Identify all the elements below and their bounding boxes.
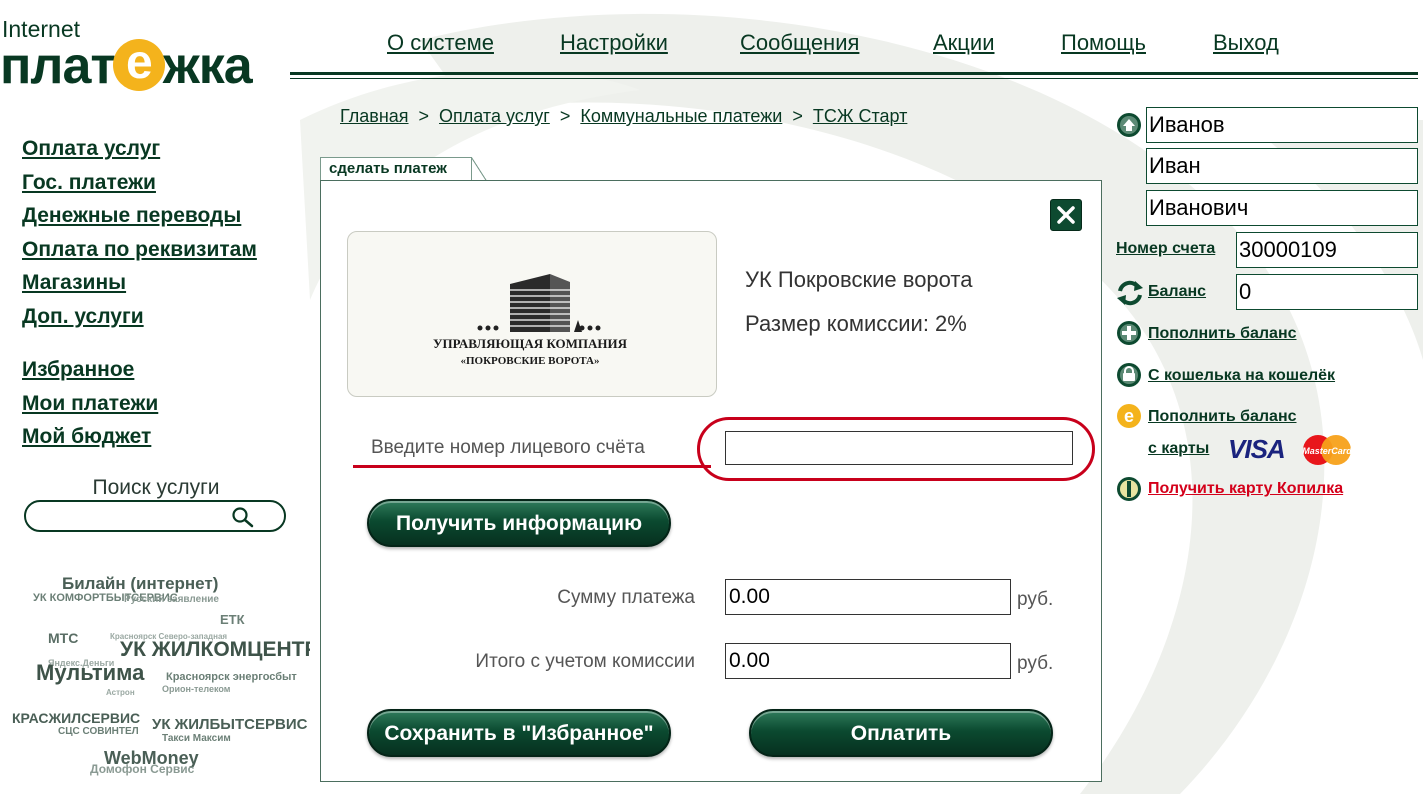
provider-name: УК Покровские ворота — [745, 267, 973, 292]
currency-label: руб. — [1017, 653, 1054, 674]
account-number-input[interactable] — [725, 431, 1073, 465]
svg-text:«ПОКРОВСКИЕ ВОРОТА»: «ПОКРОВСКИЕ ВОРОТА» — [460, 355, 599, 367]
nav-favorites[interactable]: Избранное — [22, 353, 312, 387]
close-button[interactable] — [1050, 199, 1082, 231]
tag-item[interactable]: Орион-телеком — [162, 684, 230, 694]
visa-logo: VISA — [1228, 434, 1286, 464]
nav-my-budget[interactable]: Мой бюджет — [22, 420, 312, 454]
nav-my-payments[interactable]: Мои платежи — [22, 387, 312, 421]
menu-about[interactable]: О системе — [387, 30, 494, 56]
kopilka-card-icon — [1117, 477, 1141, 501]
tag-item[interactable]: УК ЖИЛКОМЦЕНТР — [120, 638, 310, 662]
breadcrumb-home[interactable]: Главная — [340, 106, 409, 126]
sum-label: Сумму платежа — [557, 587, 695, 608]
currency-label: руб. — [1017, 589, 1054, 610]
logo[interactable]: Internet плат е жка — [0, 14, 300, 100]
wallet-to-wallet-link[interactable]: С кошелька на кошелёк — [1148, 367, 1335, 385]
total-input[interactable] — [725, 643, 1011, 679]
header-divider — [290, 72, 1418, 75]
nav-pay-by-details[interactable]: Оплата по реквизитам — [22, 233, 312, 267]
account-number-label: Введите номер лицевого счёта — [371, 437, 645, 458]
tag-item[interactable]: Мультима — [36, 660, 144, 686]
menu-settings[interactable]: Настройки — [560, 30, 668, 56]
account-number-link[interactable]: Номер счета — [1116, 240, 1215, 258]
refresh-icon[interactable] — [1116, 280, 1144, 306]
close-icon — [1057, 206, 1075, 224]
provider-card: УПРАВЛЯЮЩАЯ КОМПАНИЯ «ПОКРОВСКИЕ ВОРОТА» — [347, 231, 717, 397]
svg-text:УПРАВЛЯЮЩАЯ КОМПАНИЯ: УПРАВЛЯЮЩАЯ КОМПАНИЯ — [433, 336, 628, 351]
plus-icon — [1117, 321, 1141, 345]
pay-button[interactable]: Оплатить — [749, 709, 1053, 757]
breadcrumb: Главная > Оплата услуг > Коммунальные платеж… — [340, 106, 908, 126]
commission-label: Размер комиссии: 2% — [745, 311, 967, 336]
payment-panel: УПРАВЛЯЮЩАЯ КОМПАНИЯ «ПОКРОВСКИЕ ВОРОТА»… — [320, 180, 1102, 782]
nav-pay-services[interactable]: Оплата услуг — [22, 132, 312, 166]
sum-input[interactable] — [725, 579, 1011, 615]
tag-item[interactable]: МТС — [48, 630, 78, 646]
patronymic-field: Иванович — [1146, 190, 1418, 226]
tag-item[interactable]: Домофон Сервис — [90, 762, 194, 776]
provider-logo: УПРАВЛЯЮЩАЯ КОМПАНИЯ «ПОКРОВСКИЕ ВОРОТА» — [433, 274, 628, 367]
balance-field: 0 — [1236, 274, 1418, 310]
top-up-card-link-line2[interactable]: с карты — [1148, 440, 1209, 458]
svg-text:e: e — [1124, 406, 1134, 426]
logo-e-badge: е — [112, 39, 165, 92]
tag-cloud: Билайн (интернет) УК КОМФОРТБЫТСЕРВИС Ру… — [0, 560, 310, 790]
top-menu: О системе Настройки Сообщения Акции Помо… — [360, 30, 1420, 58]
first-name-field: Иван — [1146, 148, 1418, 184]
get-kopilka-card-link[interactable]: Получить карту Копилка — [1148, 480, 1343, 498]
get-info-button[interactable]: Получить информацию — [367, 499, 671, 547]
search-label: Поиск услуги — [92, 476, 220, 499]
breadcrumb-pay-services[interactable]: Оплата услуг — [439, 106, 550, 126]
header-divider-thin — [290, 78, 1418, 79]
menu-messages[interactable]: Сообщения — [740, 30, 859, 56]
tag-item[interactable]: Билайн (интернет) — [62, 574, 218, 594]
tag-item[interactable]: Красноярск энергосбыт — [166, 671, 297, 683]
left-nav: Оплата услуг Гос. платежи Денежные перев… — [22, 132, 312, 454]
tag-item[interactable]: Русский заявление — [124, 594, 219, 605]
tab-make-payment[interactable]: сделать платеж — [320, 157, 487, 182]
nav-extra-services[interactable]: Доп. услуги — [22, 300, 312, 334]
nav-money-transfers[interactable]: Денежные переводы — [22, 199, 312, 233]
tag-item[interactable]: УК ЖИЛБЫТСЕРВИС — [152, 716, 307, 733]
search-icon[interactable] — [230, 505, 254, 529]
search-input[interactable] — [40, 506, 234, 528]
svg-text:MasterCard: MasterCard — [1302, 446, 1352, 456]
menu-promotions[interactable]: Акции — [933, 30, 994, 56]
top-up-card-link[interactable]: Пополнить баланс — [1148, 408, 1297, 426]
nav-shops[interactable]: Магазины — [22, 266, 312, 300]
tag-item[interactable]: Астрон — [106, 688, 135, 697]
user-icon[interactable] — [1116, 112, 1142, 138]
total-label: Итого с учетом комиссии — [475, 651, 695, 672]
last-name-field: Иванов — [1146, 107, 1418, 143]
search-box — [24, 500, 286, 532]
mastercard-logo: MasterCard — [1302, 435, 1352, 465]
menu-help[interactable]: Помощь — [1061, 30, 1146, 56]
nav-gov-payments[interactable]: Гос. платежи — [22, 166, 312, 200]
e-card-icon: e — [1117, 404, 1141, 428]
tag-item[interactable]: ЕТК — [220, 612, 245, 627]
highlight-underline — [353, 465, 711, 468]
tag-item[interactable]: Такси Максим — [162, 733, 231, 744]
breadcrumb-utility-payments[interactable]: Коммунальные платежи — [580, 106, 782, 126]
account-number-field: 30000109 — [1236, 232, 1418, 268]
top-up-balance-link[interactable]: Пополнить баланс — [1148, 325, 1297, 343]
logo-wordmark: плат е жка — [0, 36, 253, 95]
save-favorite-button[interactable]: Сохранить в "Избранное" — [367, 709, 671, 757]
breadcrumb-current[interactable]: ТСЖ Старт — [813, 106, 908, 126]
menu-logout[interactable]: Выход — [1213, 30, 1279, 56]
tag-item[interactable]: СЦС СОВИНТЕЛ — [58, 726, 139, 737]
wallet-icon — [1117, 363, 1141, 387]
tag-item[interactable]: КРАСЖИЛСЕРВИС — [12, 710, 140, 726]
balance-link[interactable]: Баланс — [1148, 283, 1206, 301]
